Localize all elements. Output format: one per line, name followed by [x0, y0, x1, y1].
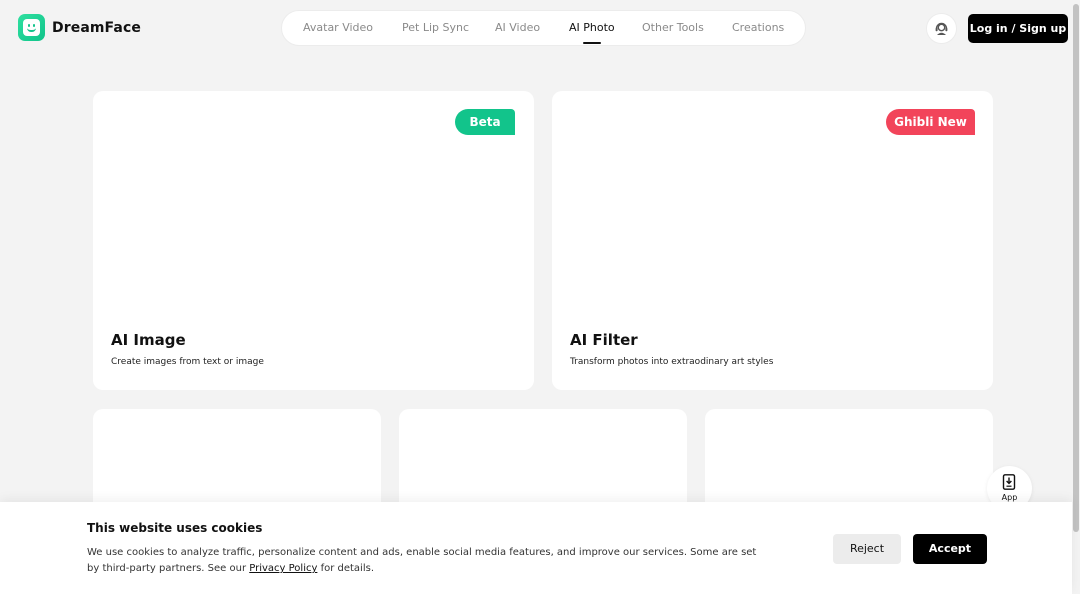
card-description: Create images from text or image — [111, 357, 264, 367]
cookie-text: We use cookies to analyze traffic, perso… — [87, 547, 757, 574]
logo-icon — [18, 14, 45, 41]
nav-other-tools[interactable]: Other Tools — [642, 11, 704, 45]
cookie-banner: This website uses cookies We use cookies… — [0, 502, 1072, 594]
reject-button[interactable]: Reject — [833, 534, 901, 564]
login-signup-button[interactable]: Log in / Sign up — [968, 14, 1068, 43]
card-description: Transform photos into extraodinary art s… — [570, 357, 774, 367]
accept-button[interactable]: Accept — [913, 534, 987, 564]
privacy-policy-link[interactable]: Privacy Policy — [249, 563, 317, 574]
cookie-title: This website uses cookies — [87, 521, 263, 535]
logo[interactable]: DreamFace — [18, 14, 141, 41]
nav-pet-lip-sync[interactable]: Pet Lip Sync — [402, 11, 469, 45]
scroll-thumb[interactable] — [1073, 4, 1079, 532]
nav-ai-video[interactable]: AI Video — [495, 11, 540, 45]
beta-badge: Beta — [455, 109, 515, 135]
app-label: App — [1001, 493, 1018, 502]
nav-ai-photo[interactable]: AI Photo — [569, 11, 615, 45]
main-nav: Avatar Video Pet Lip Sync AI Video AI Ph… — [281, 10, 806, 46]
brand-name: DreamFace — [52, 19, 141, 36]
ai-filter-card[interactable]: Ghibli New AI Filter Transform photos in… — [552, 91, 993, 390]
download-phone-icon — [1002, 474, 1016, 490]
top-header: DreamFace Avatar Video Pet Lip Sync AI V… — [0, 0, 1080, 56]
headset-icon — [935, 22, 948, 35]
card-title: AI Image — [111, 331, 186, 349]
card-title: AI Filter — [570, 331, 638, 349]
ghibli-new-badge: Ghibli New — [886, 109, 975, 135]
support-button[interactable] — [926, 13, 957, 44]
page-scrollbar[interactable] — [1072, 0, 1080, 594]
ai-image-card[interactable]: Beta AI Image Create images from text or… — [93, 91, 534, 390]
nav-avatar-video[interactable]: Avatar Video — [303, 11, 373, 45]
nav-creations[interactable]: Creations — [732, 11, 784, 45]
